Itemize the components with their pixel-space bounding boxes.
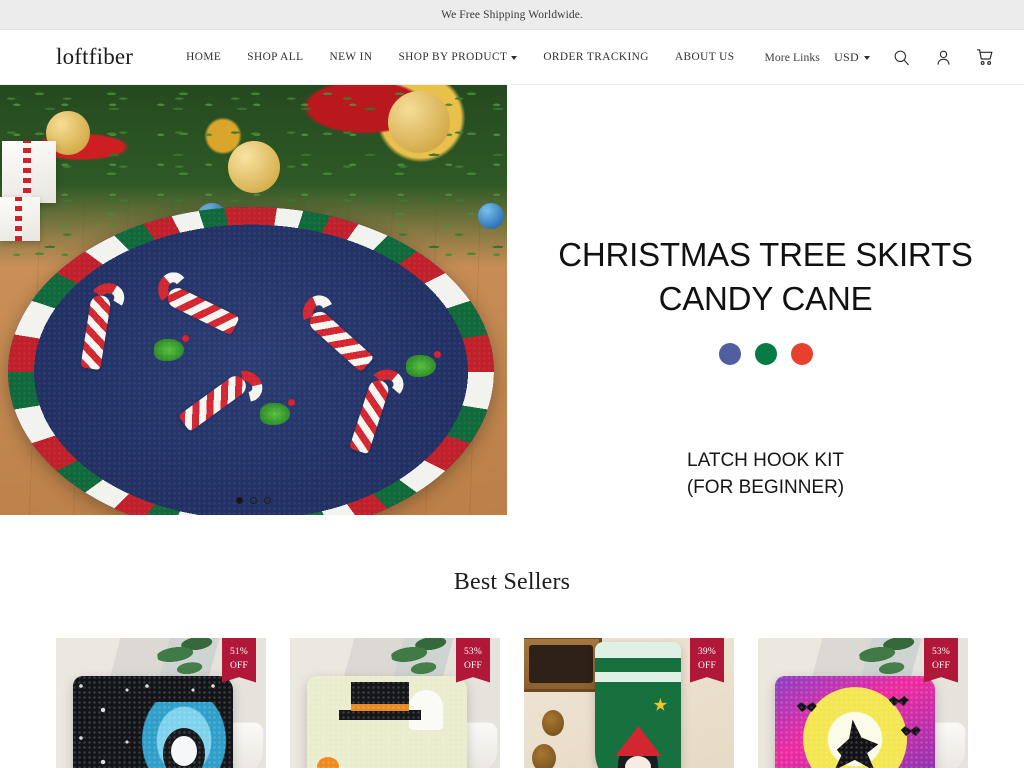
nav-label: ORDER TRACKING [543,51,649,63]
candy-cane-motif [349,368,405,455]
chevron-down-icon [511,56,518,60]
product-card[interactable]: 53% OFF [290,638,500,768]
chevron-down-icon [864,56,870,60]
nav-label: NEW IN [329,51,373,63]
badge-percent: 53% [931,647,950,657]
badge-label: OFF [931,661,951,672]
hero-title: CHRISTMAS TREE SKIRTS CANDY CANE [558,236,973,318]
hero-banner: CHRISTMAS TREE SKIRTS CANDY CANE LATCH H… [0,85,1024,515]
header-actions: USD [834,46,996,68]
nav-item-shop-by-product[interactable]: SHOP BY PRODUCT [385,51,530,63]
swatch-red[interactable] [790,343,813,366]
badge-percent: 51% [229,647,248,657]
gold-bauble [228,141,280,193]
announcement-text: We Free Shipping Worldwide. [441,8,583,21]
nav-label: ABOUT US [674,51,735,63]
search-icon[interactable] [890,46,912,68]
holly-motif [260,399,295,425]
carousel-dot-2[interactable] [250,497,257,504]
carousel-dots [0,497,507,504]
holly-motif [154,335,189,361]
nav-item-about-us[interactable]: ABOUT US [662,51,748,63]
wooden-box-decor [524,638,602,692]
nav-item-shop-all[interactable]: SHOP ALL [234,51,316,63]
product-card[interactable]: 51% OFF [56,638,266,768]
main-navigation: HOME SHOP ALL NEW IN SHOP BY PRODUCT ORD… [173,51,833,64]
badge-percent: 39% [697,647,716,657]
badge-label: OFF [229,661,249,672]
carousel-dot-1[interactable] [236,497,243,504]
hero-image[interactable] [0,85,507,515]
nav-label: HOME [186,51,222,63]
currency-label: USD [834,49,859,64]
gold-bauble [388,91,450,153]
candy-cane-motif [157,271,240,336]
product-grid: 51% OFF 53% OFF 39% OFF 53% OFF [0,596,1024,768]
discount-badge: 53% OFF [456,638,490,683]
nav-item-new-in[interactable]: NEW IN [316,51,385,63]
candy-cane-motif [298,291,375,373]
badge-percent: 53% [463,647,482,657]
best-sellers-section: Best Sellers 51% OFF 53% OFF 39% OFF 53%… [0,515,1024,768]
discount-badge: 39% OFF [690,638,724,683]
pine-cone-decor [532,744,556,768]
cart-icon[interactable] [974,46,996,68]
candy-cane-motif [178,364,269,432]
pine-cone-decor [542,710,564,736]
discount-badge: 53% OFF [924,638,958,683]
cushion-product [306,676,467,768]
nav-item-home[interactable]: HOME [173,51,234,63]
site-header: loftfiber HOME SHOP ALL NEW IN SHOP BY P… [0,30,1024,85]
stocking-product [595,642,682,768]
nav-label: SHOP BY PRODUCT [398,51,508,63]
nav-item-order-tracking[interactable]: ORDER TRACKING [530,51,662,63]
nav-item-more-links[interactable]: More Links [747,51,832,64]
hero-content: CHRISTMAS TREE SKIRTS CANDY CANE LATCH H… [507,85,1024,515]
tree-skirt-product [8,207,494,515]
currency-selector[interactable]: USD [834,50,870,65]
badge-label: OFF [697,661,717,672]
discount-badge: 51% OFF [222,638,256,683]
hero-subtitle: LATCH HOOK KIT (FOR BEGINNER) [686,450,845,499]
product-card[interactable]: 53% OFF [758,638,968,768]
section-title: Best Sellers [453,569,571,595]
nav-label: More Links [764,50,820,64]
swatch-blue[interactable] [718,343,741,366]
cushion-product [774,676,935,768]
announcement-bar: We Free Shipping Worldwide. [0,0,1024,30]
product-card[interactable]: 39% OFF [524,638,734,768]
cushion-product [72,676,233,768]
holly-motif [406,351,441,377]
carousel-dot-3[interactable] [264,497,271,504]
gift-box [2,141,56,203]
candy-cane-motif [80,279,128,371]
nav-label: SHOP ALL [247,51,304,63]
account-icon[interactable] [932,46,954,68]
badge-label: OFF [463,661,483,672]
site-logo[interactable]: loftfiber [56,44,133,70]
color-swatches [718,343,813,366]
swatch-green[interactable] [754,343,777,366]
